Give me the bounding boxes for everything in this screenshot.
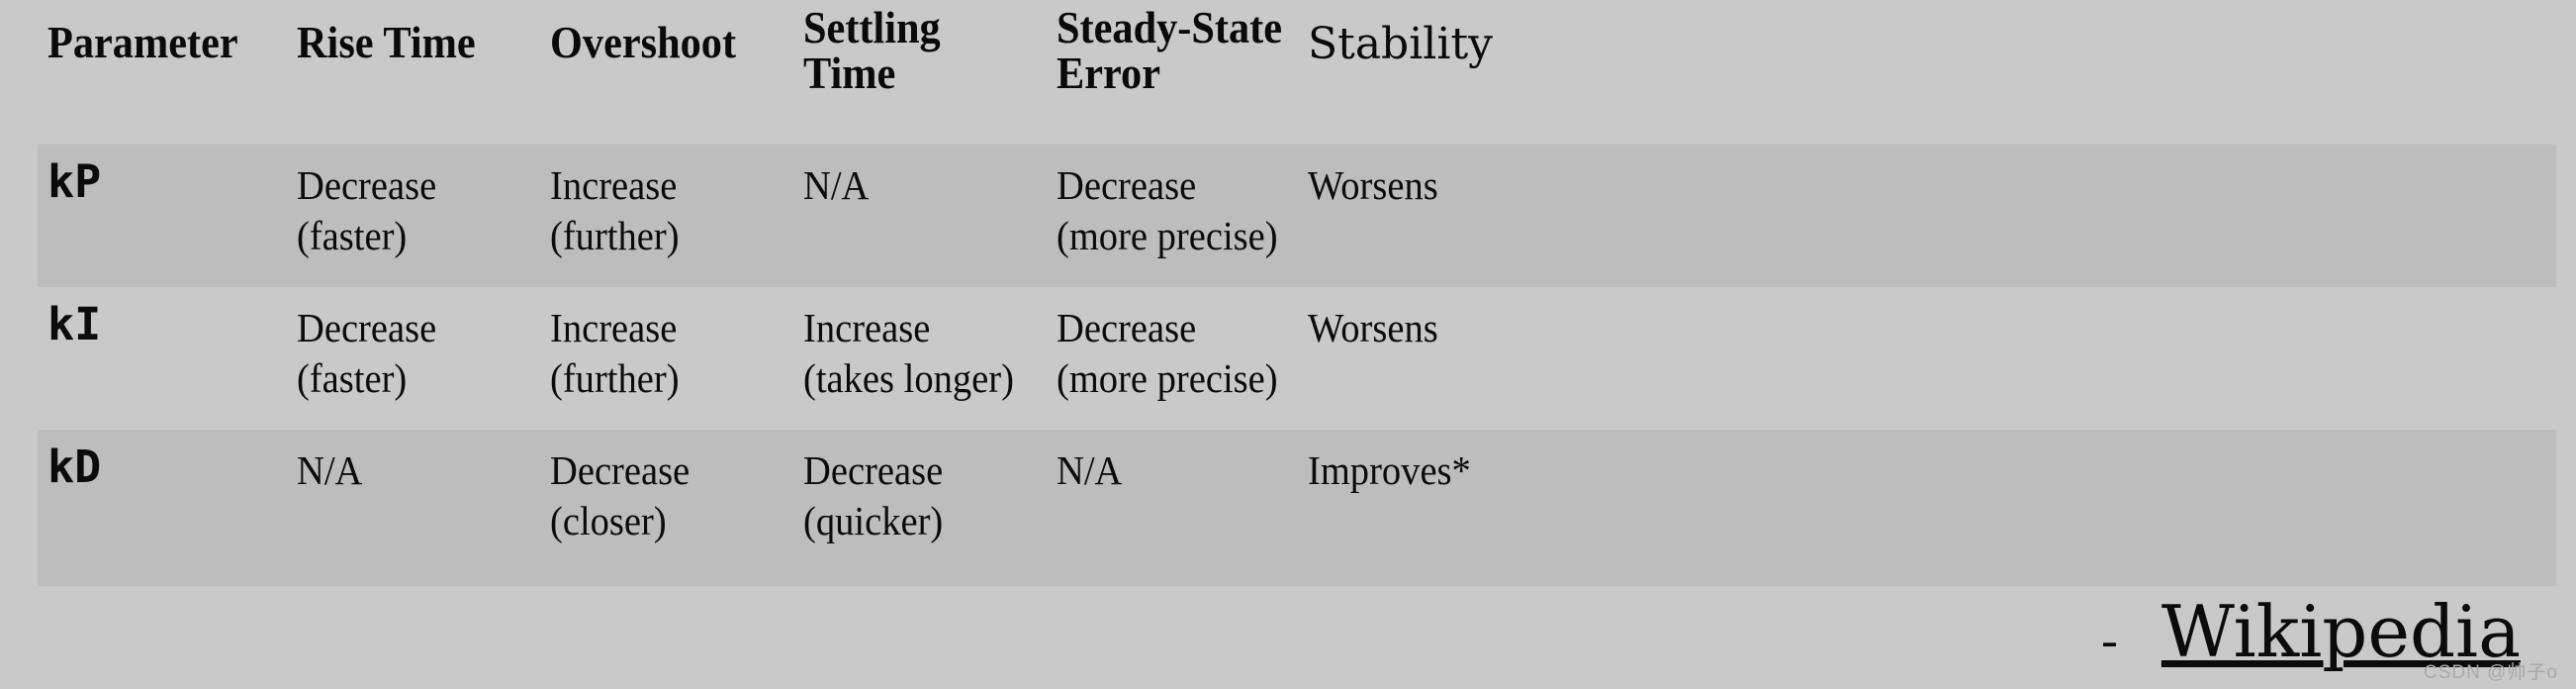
pid-tuning-effects-table: Parameter Rise Time Overshoot Settling T… (0, 0, 2576, 689)
cell-parameter: kD (47, 441, 102, 493)
cell-stability: Improves* (1308, 447, 1471, 493)
cell-steady-state-error: Decrease (more precise) (1057, 162, 1278, 258)
column-header-steady-state-error: Steady-State Error (1057, 2, 1283, 98)
column-header-settling-time: Settling Time (803, 2, 941, 98)
column-header-overshoot: Overshoot (550, 17, 737, 67)
cell-settling-time: N/A (803, 162, 870, 208)
cell-rise-time: N/A (297, 447, 363, 493)
table-header-row: Parameter Rise Time Overshoot Settling T… (0, 0, 2576, 145)
cell-steady-state-error: N/A (1057, 447, 1123, 493)
column-header-stability: Stability (1308, 19, 1493, 69)
cell-overshoot: Increase (further) (550, 162, 680, 258)
cell-stability: Worsens (1308, 305, 1438, 350)
cell-settling-time: Increase (takes longer) (803, 305, 1014, 401)
cell-rise-time: Decrease (faster) (297, 305, 437, 401)
cell-rise-time: Decrease (faster) (297, 162, 437, 258)
table-footer: - Wikipedia CSDN @帅子o (0, 590, 2576, 689)
column-header-parameter: Parameter (47, 17, 238, 67)
cell-overshoot: Increase (further) (550, 305, 680, 401)
table-row: kP Decrease (faster) Increase (further) … (0, 145, 2576, 287)
cell-parameter: kI (47, 298, 102, 350)
table-row: kI Decrease (faster) Increase (further) … (0, 287, 2576, 430)
cell-overshoot: Decrease (closer) (550, 447, 690, 543)
csdn-watermark: CSDN @帅子o (2424, 662, 2558, 683)
cell-stability: Worsens (1308, 162, 1438, 208)
column-header-rise-time: Rise Time (297, 17, 476, 67)
attribution-dash: - (2101, 612, 2118, 667)
cell-parameter: kP (47, 155, 102, 208)
cell-steady-state-error: Decrease (more precise) (1057, 305, 1278, 401)
cell-settling-time: Decrease (quicker) (803, 447, 944, 543)
table-row: kD N/A Decrease (closer) Decrease (quick… (0, 430, 2576, 586)
